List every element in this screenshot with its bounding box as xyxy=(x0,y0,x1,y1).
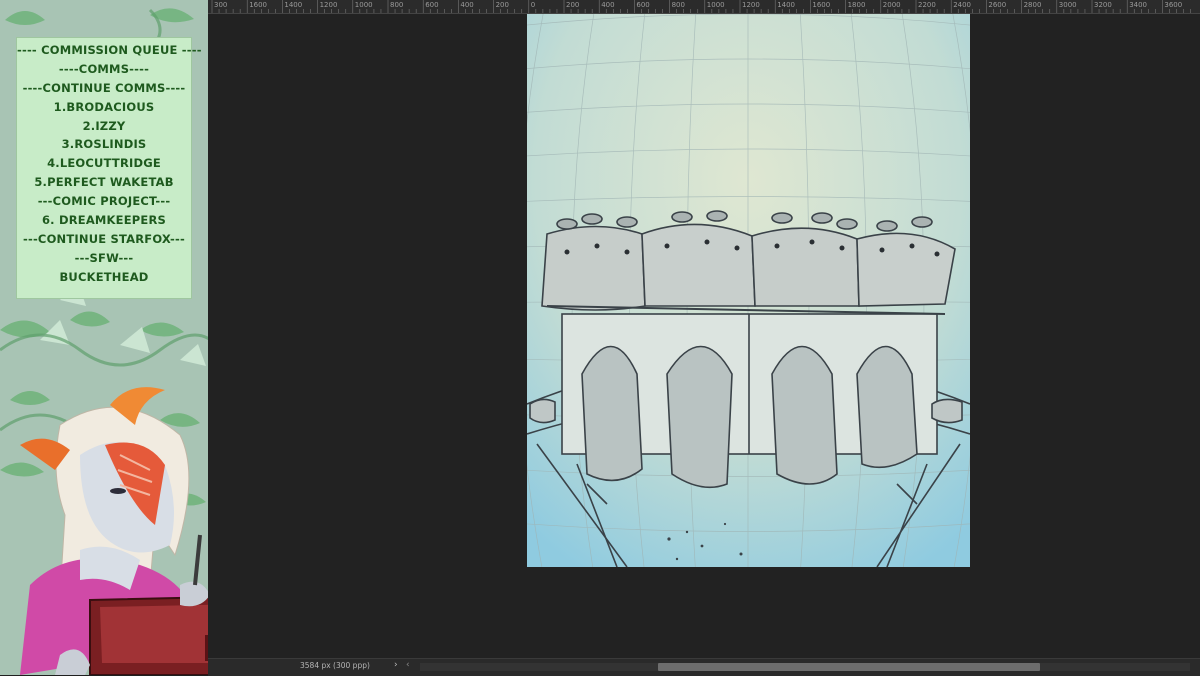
ruler-tick-label: 400 xyxy=(601,1,615,9)
ruler-tick-label: 3600 xyxy=(1164,1,1183,9)
queue-item: 1.BRODACIOUS xyxy=(53,99,155,114)
ruler-tick-label: 600 xyxy=(425,1,439,9)
queue-section-continue-comms: ----CONTINUE COMMS---- xyxy=(22,80,186,95)
ruler-tick-label: 2000 xyxy=(882,1,901,9)
horizontal-ruler[interactable]: 300 1600 1400 1200 1000 800 600 400 200 0 200 400 60… xyxy=(208,0,1200,14)
canvas-size-readout: 3584 px (300 ppp) xyxy=(300,661,370,670)
queue-item: 4.LEOCUTTRIDGE xyxy=(47,156,161,171)
queue-heading: ---- COMMISSION QUEUE ---- xyxy=(17,43,202,57)
ruler-tick-label: 1800 xyxy=(847,1,866,9)
ruler-tick-label: 800 xyxy=(390,1,404,9)
ruler-tick-label: 3400 xyxy=(1129,1,1148,9)
ruler-tick-label: 200 xyxy=(495,1,509,9)
ruler-tick-label: 0 xyxy=(530,1,536,9)
ruler-tick-label: 400 xyxy=(460,1,474,9)
queue-item: 2.IZZY xyxy=(82,118,126,133)
ruler-tick-label: 3000 xyxy=(1058,1,1077,9)
ruler-tick-label: 1000 xyxy=(354,1,373,9)
commission-queue-panel: ---- COMMISSION QUEUE ---- ----COMMS----… xyxy=(16,37,202,299)
queue-section-comic-project: ---COMIC PROJECT--- xyxy=(37,194,171,209)
artboard-canvas[interactable] xyxy=(527,14,970,567)
ruler-tick-label: 3200 xyxy=(1094,1,1112,9)
chevron-right-icon[interactable]: › xyxy=(394,660,398,670)
ruler-tick-label: 200 xyxy=(566,1,580,9)
ruler-tick-label: 1000 xyxy=(706,1,725,9)
ruler-tick-label: 2200 xyxy=(918,1,936,9)
ruler-tick-label: 1200 xyxy=(319,1,338,9)
queue-item: 6. DREAMKEEPERS xyxy=(41,213,167,228)
ruler-tick-label: 800 xyxy=(671,1,685,9)
ruler-tick-label: 2600 xyxy=(988,1,1007,9)
horizontal-scrollbar[interactable] xyxy=(420,663,1190,671)
horizontal-scrollbar-thumb[interactable] xyxy=(658,663,1040,671)
ruler-tick-label: 1600 xyxy=(812,1,831,9)
queue-section-continue-starfox: ---CONTINUE STARFOX--- xyxy=(23,231,185,246)
ruler-tick-label: 1600 xyxy=(249,1,268,9)
queue-item: BUCKETHEAD xyxy=(59,269,149,284)
ruler-tick-label: 2800 xyxy=(1023,1,1042,9)
queue-item: 3.ROSLINDIS xyxy=(61,137,147,152)
chevron-left-icon[interactable]: ‹ xyxy=(406,660,410,670)
queue-section-sfw: ---SFW--- xyxy=(74,250,134,265)
ruler-tick-label: 300 xyxy=(214,1,228,9)
ruler-tick-label: 2400 xyxy=(953,1,972,9)
queue-item: 5.PERFECT WAKETAB xyxy=(34,175,174,190)
ruler-tick-label: 1200 xyxy=(742,1,760,9)
status-bar: 3584 px (300 ppp) › ‹ xyxy=(208,658,1200,676)
queue-section-comms: ----COMMS---- xyxy=(58,61,150,76)
ruler-tick-label: 600 xyxy=(636,1,650,9)
ruler-tick-label: 1400 xyxy=(777,1,796,9)
ruler-tick-label: 1400 xyxy=(284,1,303,9)
